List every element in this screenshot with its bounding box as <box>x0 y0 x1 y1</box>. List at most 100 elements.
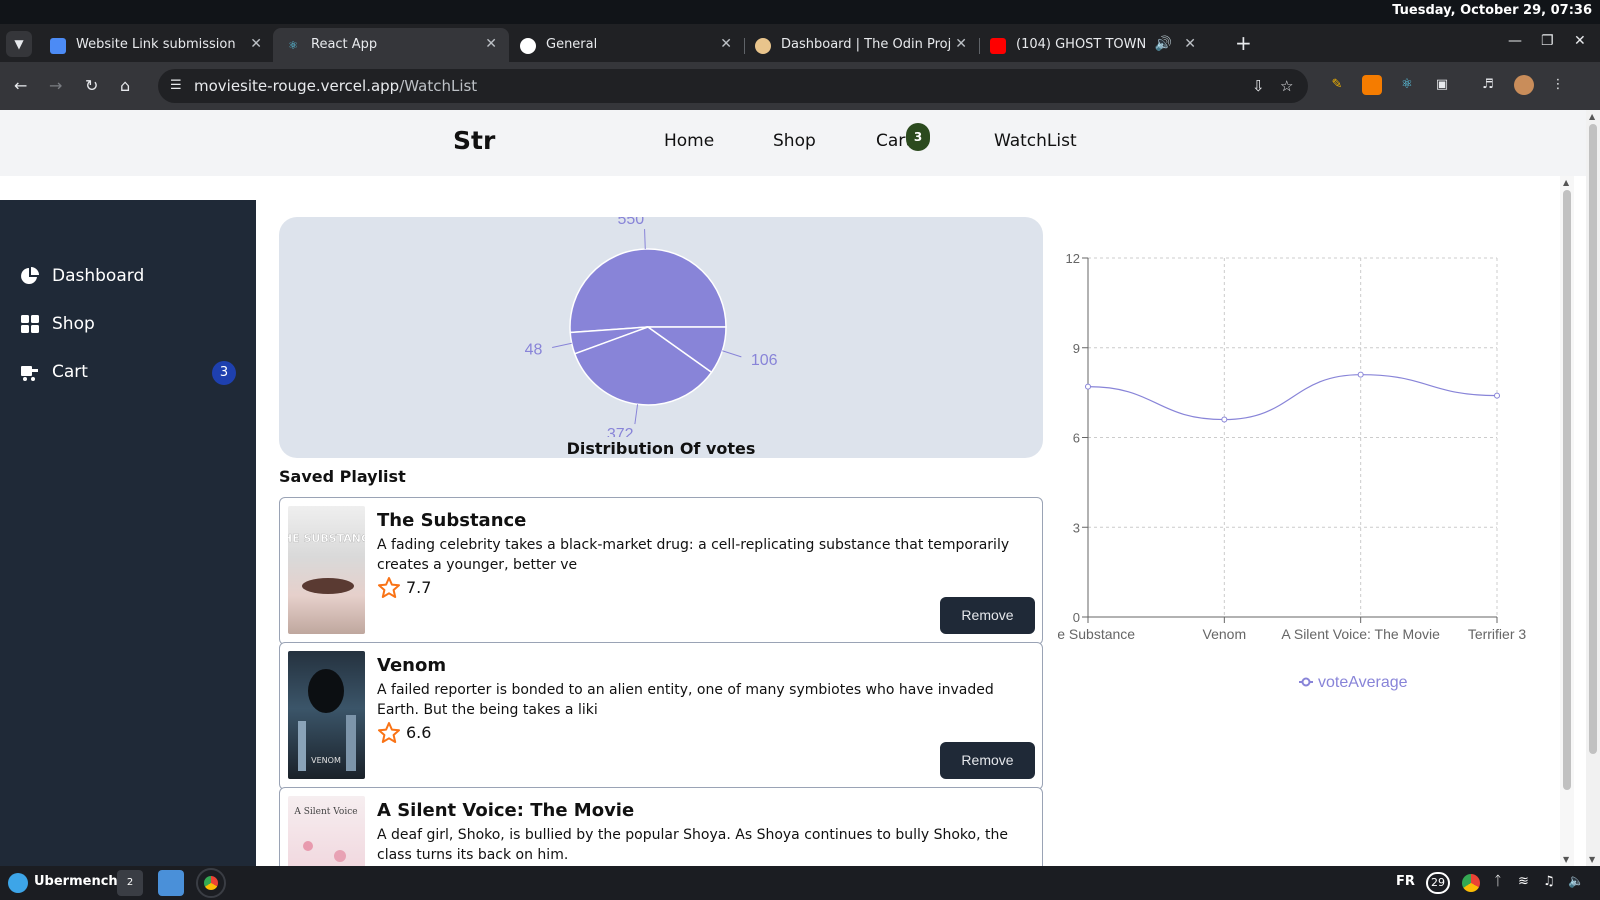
series-point <box>1221 416 1228 423</box>
menu-kebab-icon[interactable]: ⋮ <box>1548 75 1568 95</box>
votes-pie-card: 550 48 372 106 Distribution Of votes <box>279 217 1043 458</box>
chrome-tray-icon[interactable] <box>1462 874 1480 892</box>
profile-avatar[interactable] <box>1514 75 1534 95</box>
chrome-taskbar-icon[interactable] <box>196 868 226 898</box>
svg-text:A Silent Voice: A Silent Voice <box>293 807 357 817</box>
movie-title: The Substance <box>377 510 527 531</box>
close-tab-icon[interactable]: ✕ <box>955 36 967 52</box>
browser-tab[interactable]: General ✕ <box>508 28 745 62</box>
x-tick-label: The Substance <box>1058 626 1135 642</box>
nav-watchlist-link[interactable]: WatchList <box>994 131 1077 151</box>
tab-title: General <box>546 37 598 52</box>
close-tab-icon[interactable]: ✕ <box>720 36 732 52</box>
tab-search-chevron-icon[interactable]: ▼ <box>6 31 32 57</box>
y-tick-label: 6 <box>1073 431 1080 446</box>
reload-icon[interactable]: ↻ <box>85 76 98 95</box>
top-navbar: Str Home Shop Cart 3 WatchList <box>0 110 1586 176</box>
tab-title: Website Link submission <box>76 37 236 52</box>
volume-icon[interactable]: 🔈 <box>1568 874 1584 889</box>
x-tick-label: Terrifier 3 <box>1468 626 1527 642</box>
browser-tab[interactable]: (104) GHOST TOWN by Kanye West 🔊 ✕ <box>978 28 1208 62</box>
tab-title: Dashboard | The Odin Project <box>781 37 951 52</box>
sidebar-item-cart[interactable]: Cart 3 <box>18 356 238 392</box>
pie-label-line <box>722 350 742 358</box>
scroll-up-icon[interactable]: ▲ <box>1589 112 1595 121</box>
cart-count-badge: 3 <box>906 123 930 151</box>
extensions-puzzle-icon[interactable]: ▣ <box>1432 75 1452 95</box>
pen-extension-icon[interactable]: ✎ <box>1327 75 1347 95</box>
wifi-icon[interactable]: ≋ <box>1518 874 1529 889</box>
pie-slice-label: 550 <box>618 217 645 228</box>
close-window-icon[interactable]: ✕ <box>1574 33 1586 49</box>
browser-tab-strip: ▼ Website Link submission ✕ ⚛ React App … <box>0 24 1600 62</box>
legend-swatch-point <box>1301 677 1311 687</box>
forward-icon[interactable]: → <box>49 76 62 95</box>
start-menu-icon[interactable] <box>8 873 28 893</box>
movie-card: VENOM Venom A failed reporter is bonded … <box>279 642 1043 790</box>
nav-home-link[interactable]: Home <box>664 131 714 151</box>
workspace-switcher[interactable]: 2 <box>117 870 143 896</box>
browser-tab[interactable]: Dashboard | The Odin Project ✕ <box>743 28 980 62</box>
extension-icon[interactable] <box>1362 75 1382 95</box>
notification-badge[interactable]: 29 <box>1426 872 1450 894</box>
svg-text:THE SUBSTANCE: THE SUBSTANCE <box>288 532 365 545</box>
site-info-icon[interactable]: ☰ <box>170 78 182 93</box>
scroll-up-icon[interactable]: ▲ <box>1563 178 1569 187</box>
os-taskbar: Ubermench 2 FR 29 ᛏ ≋ ♫ 🔈 <box>0 866 1600 900</box>
start-menu-label[interactable]: Ubermench <box>34 874 118 889</box>
movie-title: Venom <box>377 655 447 676</box>
site-brand[interactable]: Str <box>453 126 495 155</box>
movie-description: A fading celebrity takes a black-market … <box>377 537 1010 573</box>
nav-shop-link[interactable]: Shop <box>773 131 816 151</box>
sidebar-item-label: Shop <box>52 314 95 334</box>
movie-rating: 7.7 <box>406 578 432 597</box>
music-icon[interactable]: ♫ <box>1543 874 1555 889</box>
scroll-down-icon[interactable]: ▼ <box>1563 855 1569 864</box>
bookmark-star-icon[interactable]: ☆ <box>1280 77 1293 95</box>
close-tab-icon[interactable]: ✕ <box>250 36 262 52</box>
content-scrollbar[interactable]: ▲ ▼ <box>1560 176 1574 866</box>
page-scrollbar[interactable]: ▲ ▼ <box>1586 110 1600 866</box>
new-tab-icon[interactable]: + <box>1235 31 1252 55</box>
remove-button[interactable]: Remove <box>940 597 1035 634</box>
movie-description: A deaf girl, Shoko, is bullied by the po… <box>377 827 1008 863</box>
vote-average-line-chart: 0 3 6 9 12 The Substance Venom A Silent Voice: … <box>1058 251 1527 691</box>
address-bar[interactable]: ☰ moviesite-rouge.vercel.app/WatchList ⇩… <box>158 69 1308 103</box>
youtube-favicon-icon <box>990 38 1006 54</box>
pie-slice-label: 48 <box>525 342 543 359</box>
close-tab-icon[interactable]: ✕ <box>485 36 497 52</box>
sidebar-item-shop[interactable]: Shop <box>18 308 238 344</box>
scrollbar-thumb[interactable] <box>1589 124 1597 754</box>
remove-button[interactable]: Remove <box>940 742 1035 779</box>
speaker-icon[interactable]: 🔊 <box>1155 36 1172 52</box>
tab-title: (104) GHOST TOWN by Kanye West <box>1016 37 1146 52</box>
pie-chart-icon <box>21 267 39 284</box>
url-host: moviesite-rouge.vercel.app <box>194 77 400 95</box>
keyboard-layout[interactable]: FR <box>1396 874 1415 889</box>
install-app-icon[interactable]: ⇩ <box>1252 77 1265 95</box>
browser-tab[interactable]: Website Link submission ✕ <box>38 28 275 62</box>
star-icon <box>378 722 400 743</box>
scroll-down-icon[interactable]: ▼ <box>1589 855 1595 864</box>
sidebar: Dashboard Shop Cart 3 <box>0 200 256 866</box>
media-control-icon[interactable]: ♬ <box>1478 75 1498 95</box>
scrollbar-thumb[interactable] <box>1563 190 1571 790</box>
browser-tab-active[interactable]: ⚛ React App ✕ <box>273 28 509 62</box>
close-tab-icon[interactable]: ✕ <box>1184 36 1196 52</box>
home-icon[interactable]: ⌂ <box>120 76 130 95</box>
restore-icon[interactable]: ❐ <box>1541 33 1554 49</box>
x-tick-label: A Silent Voice: The Movie <box>1281 626 1440 642</box>
sidebar-item-dashboard[interactable]: Dashboard <box>18 260 238 296</box>
series-point <box>1494 392 1500 399</box>
y-tick-label: 9 <box>1073 341 1080 356</box>
os-top-bar: Tuesday, October 29, 07:36 <box>0 0 1600 24</box>
pie-label-line <box>552 342 572 348</box>
movie-poster-image: A Silent Voice <box>288 796 365 866</box>
file-manager-icon[interactable] <box>158 870 184 896</box>
url-text[interactable]: moviesite-rouge.vercel.app/WatchList <box>194 77 477 95</box>
minimize-icon[interactable]: — <box>1508 33 1522 49</box>
bluetooth-icon[interactable]: ᛏ <box>1494 874 1502 889</box>
tab-title: React App <box>311 37 378 52</box>
react-devtools-icon[interactable]: ⚛ <box>1397 75 1417 95</box>
back-icon[interactable]: ← <box>14 76 27 95</box>
